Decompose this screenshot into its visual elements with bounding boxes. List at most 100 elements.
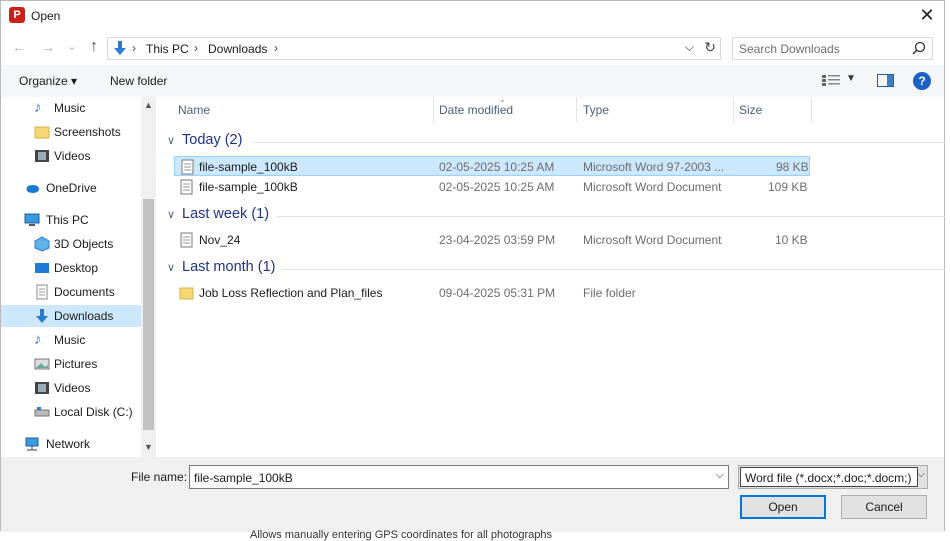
group-last-week[interactable]: ∨ Last week (1) (161, 206, 945, 226)
file-type: File folder (583, 286, 636, 300)
window-title: Open (31, 9, 61, 23)
help-icon[interactable]: ? (913, 72, 931, 90)
file-name-input[interactable]: file-sample_100kB ⌵ (189, 465, 729, 489)
breadcrumb-this-pc[interactable]: This PC (146, 42, 189, 56)
scrollbar-thumb[interactable] (143, 199, 154, 430)
file-date: 02-05-2025 10:25 AM (439, 160, 555, 174)
up-arrow-icon[interactable]: ↑ (85, 38, 103, 56)
file-size: 109 KB (768, 180, 808, 194)
sidebar-item-this-pc[interactable]: This PC (1, 209, 141, 231)
sidebar-item-desktop[interactable]: Desktop (1, 257, 141, 279)
collapse-chevron-icon[interactable]: ∨ (167, 261, 175, 274)
column-divider[interactable] (576, 97, 577, 123)
group-last-month[interactable]: ∨ Last month (1) (161, 259, 945, 279)
sidebar-item-label: Music (54, 101, 86, 115)
drive-icon (34, 407, 50, 417)
search-input[interactable]: Search Downloads (739, 42, 840, 56)
sidebar-item-label: Desktop (54, 261, 99, 275)
pdf-app-icon: P (9, 7, 25, 23)
address-bar[interactable]: › This PC › Downloads › ⌵ ↻ (107, 37, 721, 60)
column-divider[interactable] (733, 97, 734, 123)
cancel-button[interactable]: Cancel (841, 495, 927, 519)
view-options-chevron-icon[interactable]: ▼ (846, 73, 856, 84)
scroll-down-icon[interactable]: ▼ (143, 442, 154, 452)
sidebar-item-music-pc[interactable]: ♪ Music (1, 329, 141, 351)
sidebar-item-network[interactable]: Network (1, 433, 141, 455)
recent-locations-icon[interactable]: ⌄ (63, 38, 81, 56)
cloud-icon (26, 185, 39, 193)
file-row[interactable]: file-sample_100kB 02-05-2025 10:25 AM Mi… (174, 156, 810, 176)
word-document-icon (180, 179, 193, 195)
group-divider (283, 269, 945, 270)
file-size: 98 KB (776, 160, 809, 174)
sidebar-item-screenshots[interactable]: Screenshots (1, 121, 141, 143)
file-date: 02-05-2025 10:25 AM (439, 180, 555, 194)
sidebar-item-label: Network (46, 437, 91, 451)
column-divider[interactable] (433, 97, 434, 123)
downloads-location-icon (114, 41, 126, 55)
refresh-icon[interactable]: ↻ (704, 39, 716, 56)
sidebar-item-onedrive[interactable]: OneDrive (1, 177, 141, 199)
video-icon (35, 150, 49, 162)
folder-icon (179, 287, 194, 300)
scroll-up-icon[interactable]: ▲ (143, 100, 154, 110)
title-bar: P Open ✕ (1, 1, 944, 31)
file-date: 23-04-2025 03:59 PM (439, 233, 556, 247)
music-icon: ♪ (34, 99, 42, 116)
file-date: 09-04-2025 05:31 PM (439, 286, 556, 300)
sidebar-item-pictures[interactable]: Pictures (1, 353, 141, 375)
sidebar-scrollbar[interactable]: ▲ ▼ (141, 97, 156, 457)
collapse-chevron-icon[interactable]: ∨ (167, 208, 175, 221)
file-size: 10 KB (775, 233, 808, 247)
file-type-dropdown-icon[interactable]: ⌵ (917, 469, 925, 480)
cube-icon (34, 236, 50, 252)
search-box[interactable]: Search Downloads (732, 37, 933, 60)
breadcrumb-downloads[interactable]: Downloads (208, 42, 267, 56)
word-document-icon (181, 159, 194, 175)
navigation-pane: ♪ Music Screenshots Videos OneDrive This… (1, 97, 157, 457)
file-name: file-sample_100kB (199, 180, 298, 194)
file-row[interactable]: Job Loss Reflection and Plan_files 09-04… (174, 283, 810, 303)
column-type[interactable]: Type (583, 103, 609, 117)
open-dialog: P Open ✕ ← → ⌄ ↑ › This PC › Downloads ›… (0, 0, 946, 532)
organize-button[interactable]: Organize ▾ (19, 74, 77, 88)
group-today[interactable]: ∨ Today (2) (161, 132, 945, 152)
command-toolbar: Organize ▾ New folder ▼ ? (1, 65, 944, 97)
navigation-bar: ← → ⌄ ↑ › This PC › Downloads › ⌵ ↻ Sear… (1, 34, 944, 62)
file-type-select[interactable]: Word file (*.docx;*.doc;*.docm;) ⌵ (738, 465, 928, 489)
column-name[interactable]: Name (178, 103, 210, 117)
sidebar-item-label: Videos (54, 381, 91, 395)
forward-arrow-icon[interactable]: → (39, 38, 57, 56)
file-name-dropdown-icon[interactable]: ⌵ (716, 469, 724, 482)
group-label: Last week (1) (182, 206, 270, 222)
sidebar-item-documents[interactable]: Documents (1, 281, 141, 303)
search-icon (912, 41, 926, 55)
sidebar-item-videos-pc[interactable]: Videos (1, 377, 141, 399)
sidebar-item-videos[interactable]: Videos (1, 145, 141, 167)
address-dropdown-icon[interactable]: ⌵ (685, 40, 694, 55)
sidebar-item-local-disk[interactable]: Local Disk (C:) (1, 401, 141, 423)
file-row[interactable]: Nov_24 23-04-2025 03:59 PM Microsoft Wor… (174, 230, 810, 250)
file-type: Microsoft Word Document (583, 233, 722, 247)
column-size[interactable]: Size (739, 103, 762, 117)
file-type-value-box: Word file (*.docx;*.doc;*.docm;) (740, 467, 918, 487)
file-list: Name ⌄ Date modified Type Size ∨ Today (… (161, 95, 946, 457)
close-button[interactable]: ✕ (916, 5, 938, 27)
column-date-modified[interactable]: Date modified (439, 103, 513, 117)
collapse-chevron-icon[interactable]: ∨ (167, 134, 175, 147)
back-arrow-icon[interactable]: ← (10, 38, 28, 56)
preview-pane-icon[interactable] (877, 74, 894, 87)
sidebar-item-music[interactable]: ♪ Music (1, 97, 141, 119)
sidebar-item-downloads[interactable]: Downloads (1, 305, 141, 327)
group-divider (277, 216, 945, 217)
sidebar-item-label: This PC (46, 213, 89, 227)
download-icon (36, 309, 48, 323)
sidebar-item-3d-objects[interactable]: 3D Objects (1, 233, 141, 255)
change-view-icon[interactable] (822, 74, 840, 87)
folder-icon (34, 126, 50, 139)
new-folder-button[interactable]: New folder (110, 74, 167, 88)
file-name: file-sample_100kB (199, 160, 298, 174)
file-row[interactable]: file-sample_100kB 02-05-2025 10:25 AM Mi… (174, 177, 810, 197)
open-button[interactable]: Open (740, 495, 826, 519)
column-divider[interactable] (811, 97, 812, 123)
